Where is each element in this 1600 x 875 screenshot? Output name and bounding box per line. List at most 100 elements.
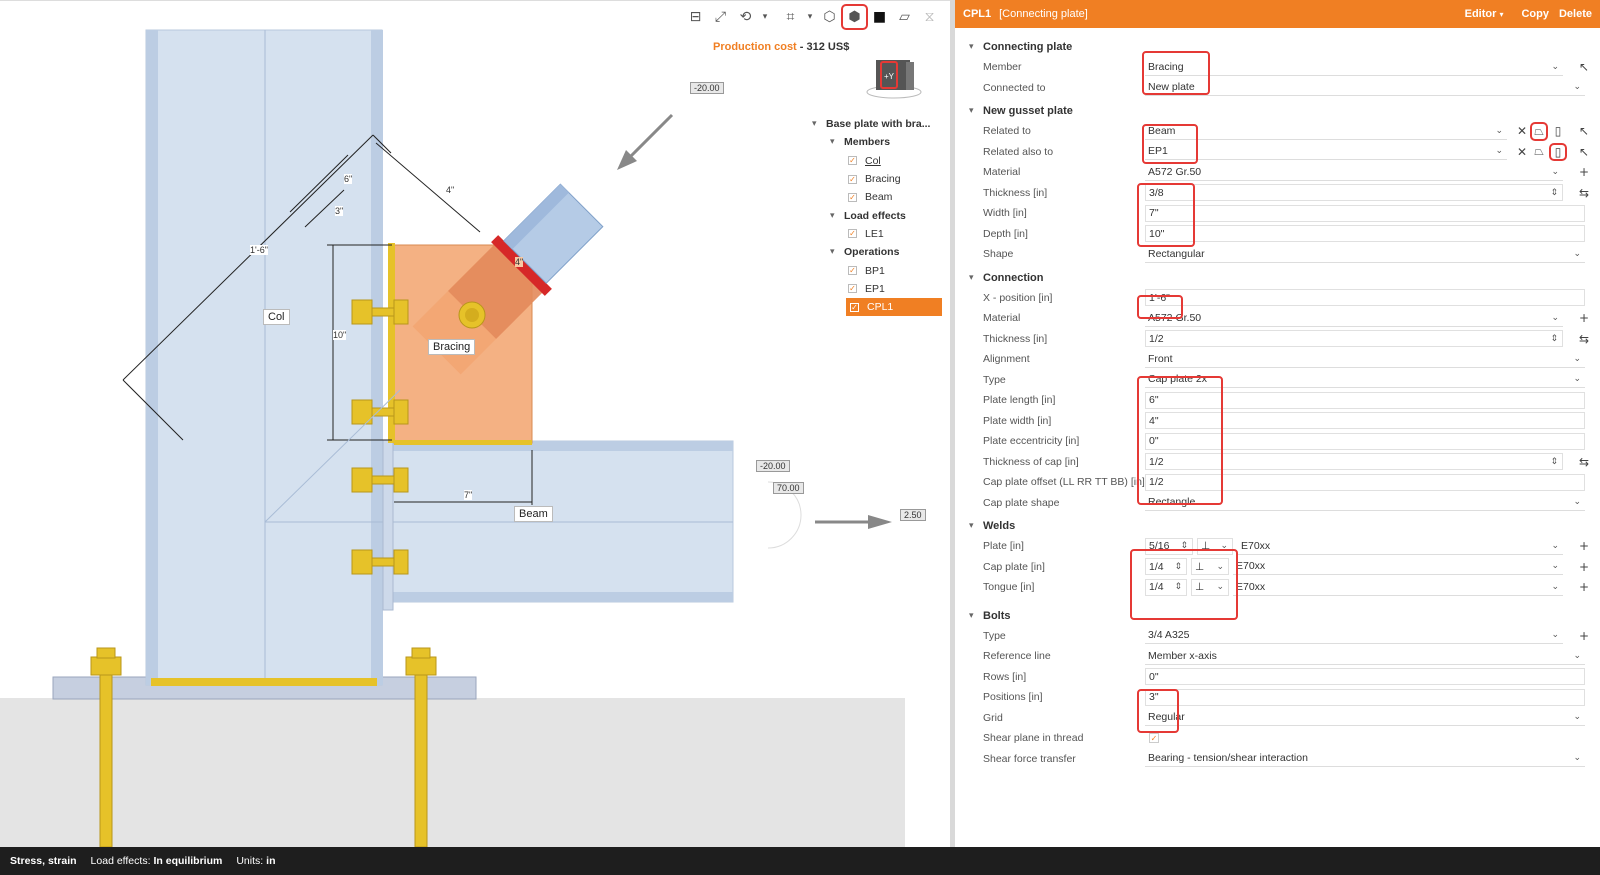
section-bolts[interactable]: ▾ Bolts bbox=[955, 606, 1600, 626]
grid-select[interactable]: Regular ⌄ bbox=[1145, 709, 1585, 727]
mirror-icon[interactable]: ⧖ bbox=[918, 6, 941, 28]
connection-thickness-input[interactable]: 1/2 ⇕ bbox=[1145, 330, 1563, 348]
alignment-select[interactable]: Front ⌄ bbox=[1145, 351, 1585, 368]
section-welds[interactable]: ▾ Welds bbox=[955, 516, 1600, 536]
checkbox-checked-icon[interactable]: ✓ bbox=[850, 302, 859, 312]
pick-face-icon[interactable]: ⏢ bbox=[1530, 121, 1548, 141]
reference-line-select[interactable]: Member x-axis ⌄ bbox=[1145, 648, 1585, 665]
transparent-cube-icon[interactable]: ⬢ bbox=[841, 4, 868, 30]
wireframe-cube-icon[interactable]: ⬡ bbox=[818, 6, 841, 28]
member-select[interactable]: Bracing ⌄ bbox=[1145, 59, 1563, 76]
section-connecting-plate[interactable]: ▾ Connecting plate bbox=[955, 37, 1600, 57]
cap-plate-offset-input[interactable]: 1/2 bbox=[1145, 473, 1585, 491]
stepper-icon[interactable]: ⇕ bbox=[1180, 541, 1188, 551]
stepper-icon[interactable]: ⇕ bbox=[1550, 188, 1558, 198]
weld-cap-size-input[interactable]: 1/4 ⇕ bbox=[1145, 558, 1187, 576]
tree-item-col[interactable]: ✓ Col bbox=[812, 152, 942, 170]
weld-cap-material-select[interactable]: E70xx ⌄ bbox=[1233, 558, 1563, 576]
swap-icon[interactable]: ⇆ bbox=[1577, 455, 1591, 469]
tree-group-operations[interactable]: ▾ Operations bbox=[812, 243, 942, 261]
cap-plate-shape-select[interactable]: Rectangle ⌄ bbox=[1145, 494, 1585, 512]
weld-tongue-type-select[interactable]: ⊥ ⌄ bbox=[1191, 578, 1229, 596]
tree-item-le1[interactable]: ✓ LE1 bbox=[812, 225, 942, 243]
status-mode[interactable]: Stress, strain bbox=[10, 855, 77, 867]
solid-cube-icon[interactable]: ■ bbox=[868, 6, 891, 28]
pick-face-icon[interactable]: ⏢ bbox=[1532, 144, 1546, 159]
section-new-gusset-plate[interactable]: ▾ New gusset plate bbox=[955, 101, 1600, 121]
add-icon[interactable]: + bbox=[1577, 311, 1591, 325]
related-to-select[interactable]: Beam ⌄ bbox=[1145, 123, 1507, 140]
plate-width-input[interactable]: 4" bbox=[1145, 412, 1585, 430]
related-also-select[interactable]: EP1 ⌄ bbox=[1145, 143, 1507, 161]
tree-group-members[interactable]: ▾ Members bbox=[812, 133, 942, 151]
tree-item-ep1[interactable]: ✓ EP1 bbox=[812, 280, 942, 298]
connection-material-select[interactable]: A572 Gr.50 ⌄ bbox=[1145, 310, 1563, 327]
section-connection[interactable]: ▾ Connection bbox=[955, 268, 1600, 288]
bolt-positions-input[interactable]: 3" bbox=[1145, 688, 1585, 706]
weld-plate-material-select[interactable]: E70xx ⌄ bbox=[1238, 538, 1563, 555]
weld-tongue-size-input[interactable]: 1/4 ⇕ bbox=[1145, 578, 1187, 596]
weld-plate-size-input[interactable]: 5/16 ⇕ bbox=[1145, 537, 1193, 555]
checkbox-checked-icon[interactable]: ✓ bbox=[848, 229, 857, 239]
shear-transfer-select[interactable]: Bearing - tension/shear interaction ⌄ bbox=[1145, 750, 1585, 768]
clear-icon[interactable]: ✕ bbox=[1515, 124, 1529, 138]
checkbox-checked-icon[interactable]: ✓ bbox=[848, 284, 857, 294]
swap-icon[interactable]: ⇆ bbox=[1577, 186, 1591, 200]
plate-length-input[interactable]: 6" bbox=[1145, 391, 1585, 409]
home-icon[interactable]: ⌂ bbox=[943, 6, 950, 28]
weld-cap-type-select[interactable]: ⊥ ⌄ bbox=[1191, 558, 1229, 576]
type-select[interactable]: Cap plate 2x ⌄ bbox=[1145, 371, 1585, 389]
tree-item-beam[interactable]: ✓ Beam bbox=[812, 188, 942, 206]
bolt-rows-input[interactable]: 0" bbox=[1145, 668, 1585, 686]
swap-icon[interactable]: ⇆ bbox=[1577, 332, 1591, 346]
tree-item-cpl1[interactable]: ✓ CPL1 bbox=[846, 297, 942, 317]
pick-cursor-icon[interactable]: ↖ bbox=[1577, 124, 1591, 138]
stepper-icon[interactable]: ⇕ bbox=[1174, 582, 1182, 592]
tree-root[interactable]: ▾ Base plate with bra... bbox=[812, 115, 942, 133]
tree-item-bp1[interactable]: ✓ BP1 bbox=[812, 261, 942, 279]
gusset-width-input[interactable]: 7" bbox=[1145, 204, 1585, 222]
add-icon[interactable]: + bbox=[1577, 165, 1591, 179]
add-icon[interactable]: + bbox=[1577, 580, 1591, 594]
plate-eccentricity-input[interactable]: 0" bbox=[1145, 432, 1585, 450]
checkbox-checked-icon[interactable]: ✓ bbox=[848, 266, 857, 276]
delete-button[interactable]: Delete bbox=[1559, 8, 1592, 20]
weld-tongue-material-select[interactable]: E70xx ⌄ bbox=[1233, 579, 1563, 596]
editor-button[interactable]: Editor ▾ bbox=[1465, 8, 1504, 20]
gusset-thickness-input[interactable]: 3/8 ⇕ bbox=[1145, 184, 1563, 202]
x-position-input[interactable]: 1'-6" bbox=[1145, 289, 1585, 307]
weld-plate-type-select[interactable]: ⊥ ⌄ bbox=[1197, 537, 1233, 555]
crop-icon[interactable]: ⌗ bbox=[779, 6, 802, 28]
fit-icon[interactable]: ⤢ bbox=[709, 6, 732, 28]
stepper-icon[interactable]: ⇕ bbox=[1550, 334, 1558, 344]
add-icon[interactable]: + bbox=[1577, 539, 1591, 553]
tree-group-load-effects[interactable]: ▾ Load effects bbox=[812, 206, 942, 224]
ruler-icon[interactable]: ⊟ bbox=[684, 6, 707, 28]
thickness-of-cap-input[interactable]: 1/2 ⇕ bbox=[1145, 453, 1563, 471]
status-load-value[interactable]: In equilibrium bbox=[153, 855, 222, 867]
gusset-depth-input[interactable]: 10" bbox=[1145, 225, 1585, 243]
clear-icon[interactable]: ✕ bbox=[1515, 145, 1529, 159]
checkbox-checked-icon[interactable]: ✓ bbox=[848, 174, 857, 184]
stepper-icon[interactable]: ⇕ bbox=[1174, 562, 1182, 572]
connection-scene[interactable] bbox=[0, 0, 950, 847]
add-icon[interactable]: + bbox=[1577, 560, 1591, 574]
3d-viewport[interactable]: Col Bracing Beam 1'-6" 6" 3" 4" 10" 7" 4… bbox=[0, 0, 950, 847]
bolt-type-select[interactable]: 3/4 A325 ⌄ bbox=[1145, 627, 1563, 645]
pick-cursor-icon[interactable]: ↖ bbox=[1577, 60, 1591, 74]
pick-edge-icon[interactable]: ▯ bbox=[1549, 142, 1567, 161]
gusset-material-select[interactable]: A572 Gr.50 ⌄ bbox=[1145, 164, 1563, 181]
connected-to-select[interactable]: New plate ⌄ bbox=[1145, 79, 1585, 97]
checkbox-checked-icon[interactable]: ✓ bbox=[848, 192, 857, 202]
add-icon[interactable]: + bbox=[1577, 629, 1591, 643]
pick-cursor-icon[interactable]: ↖ bbox=[1577, 145, 1591, 159]
rotate-icon[interactable]: ⟲ bbox=[734, 6, 757, 28]
tree-item-bracing[interactable]: ✓ Bracing bbox=[812, 170, 942, 188]
checkbox-checked-icon[interactable]: ✓ bbox=[848, 156, 857, 166]
chevron-down-icon[interactable]: ▾ bbox=[804, 6, 816, 28]
stepper-icon[interactable]: ⇕ bbox=[1550, 457, 1558, 467]
status-units-value[interactable]: in bbox=[266, 855, 275, 867]
section-icon[interactable]: ⏥ bbox=[893, 6, 916, 28]
chevron-down-icon[interactable]: ▾ bbox=[759, 6, 771, 28]
copy-button[interactable]: Copy bbox=[1521, 8, 1549, 20]
